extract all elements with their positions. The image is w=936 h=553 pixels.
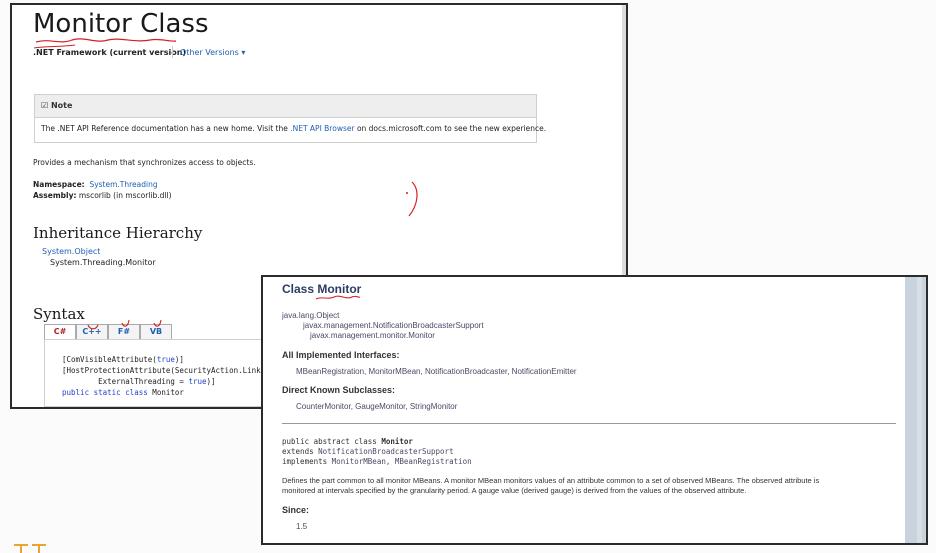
java-description-line-2: monitored at intervals specified by the … [282, 486, 747, 495]
tab-cpp[interactable]: C++ [76, 324, 108, 339]
inheritance-system-object-link[interactable]: System.Object [42, 247, 100, 256]
subclasses-heading: Direct Known Subclasses: [282, 385, 396, 395]
language-tabs: C# C++ F# VB [44, 324, 172, 339]
implements-link[interactable]: MonitorMBean, MBeanRegistration [332, 457, 472, 466]
page-title: Monitor Class [33, 9, 209, 39]
tab-fsharp[interactable]: F# [108, 324, 140, 339]
divider [282, 423, 896, 424]
other-versions-dropdown[interactable]: Other Versions ▾ [180, 48, 245, 57]
note-icon: ☑ [41, 101, 49, 110]
api-browser-link[interactable]: .NET API Browser [290, 124, 354, 133]
since-heading: Since: [282, 505, 310, 515]
note-body: The .NET API Reference documentation has… [35, 118, 546, 140]
inheritance-monitor: System.Threading.Monitor [50, 258, 156, 267]
hierarchy-broadcaster: javax.management.NotificationBroadcaster… [303, 321, 484, 330]
class-description: Provides a mechanism that synchronizes a… [33, 158, 256, 167]
version-separator [172, 46, 173, 58]
note-heading: Note [50, 101, 73, 110]
scrollbar-thumb[interactable] [917, 277, 922, 543]
tab-csharp[interactable]: C# [44, 324, 76, 339]
note-box: ☑ Note The .NET API Reference documentat… [34, 94, 546, 143]
java-extends: extends NotificationBroadcasterSupport [282, 447, 454, 456]
assembly-value: mscorlib (in mscorlib.dll) [78, 191, 172, 200]
hierarchy-monitor: javax.management.monitor.Monitor [310, 331, 435, 340]
java-implements: implements MonitorMBean, MBeanRegistrati… [282, 457, 472, 466]
framework-version: .NET Framework (current version) [33, 48, 187, 57]
inheritance-heading: Inheritance Hierarchy [33, 224, 203, 242]
note-text-end: on docs.microsoft.com to see the new exp… [354, 124, 547, 133]
java-description-line-1: Defines the part common to all monitor M… [282, 476, 820, 485]
code-line-1: [ComVisibleAttribute(true)] [62, 355, 184, 364]
syntax-heading: Syntax [33, 305, 85, 323]
tab-vb[interactable]: VB [140, 324, 172, 339]
code-line-3: ExternalThreading = true)] [62, 377, 216, 386]
code-line-4: public static class Monitor [62, 388, 184, 397]
assembly-label: Assembly: [33, 191, 77, 200]
since-value: 1.5 [296, 522, 308, 531]
interfaces-list[interactable]: MBeanRegistration, MonitorMBean, Notific… [296, 367, 577, 376]
java-class-title: Class Monitor [282, 282, 362, 296]
javadoc-window: Class Monitor java.lang.Object javax.man… [261, 275, 928, 545]
java-declaration: public abstract class Monitor [282, 437, 413, 446]
subclasses-list[interactable]: CounterMonitor, GaugeMonitor, StringMoni… [296, 402, 457, 411]
assembly-row: Assembly: mscorlib (in mscorlib.dll) [33, 191, 172, 200]
namespace-link[interactable]: System.Threading [89, 180, 157, 189]
window-scrollbar[interactable] [905, 277, 926, 543]
extends-link[interactable]: NotificationBroadcasterSupport [318, 447, 453, 456]
namespace-row: Namespace: System.Threading [33, 180, 158, 189]
namespace-label: Namespace: [33, 180, 85, 189]
interfaces-heading: All Implemented Interfaces: [282, 350, 400, 360]
note-text: The .NET API Reference documentation has… [41, 124, 291, 133]
note-header: ☑ Note [35, 95, 536, 118]
hierarchy-object: java.lang.Object [282, 311, 340, 320]
channel-logo-icon [14, 544, 46, 553]
